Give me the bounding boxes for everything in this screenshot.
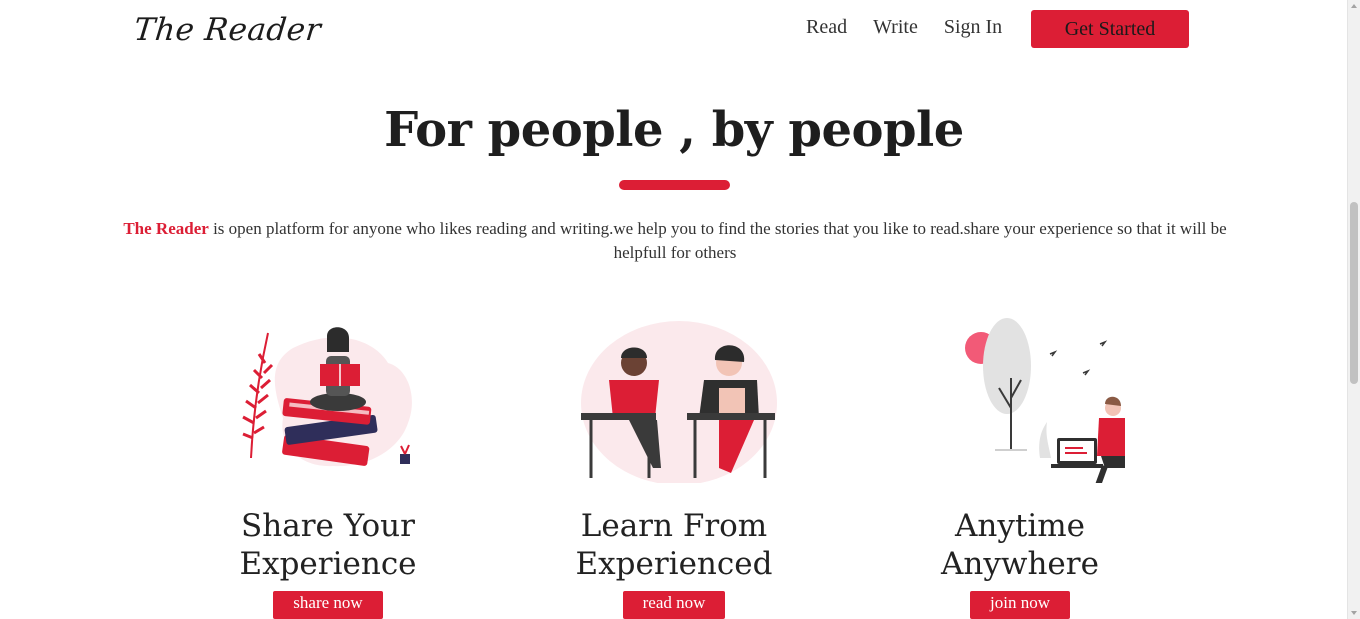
page-scrollbar[interactable] (1347, 0, 1360, 619)
feature-card-share: Share Your Experience share now (178, 318, 478, 619)
scroll-down-arrow-icon[interactable] (1351, 611, 1357, 615)
feature-title-anytime-line1: Anytime (955, 508, 1085, 544)
site-logo[interactable]: The Reader (132, 12, 323, 48)
hero-brand-name: The Reader (123, 219, 209, 238)
feature-title-learn-line2: Experienced (575, 546, 773, 582)
nav-write-link[interactable]: Write (873, 16, 918, 39)
nav-sign-in-link[interactable]: Sign In (944, 16, 1002, 39)
feature-title-anytime: Anytime Anywhere (870, 507, 1170, 583)
share-now-button[interactable]: share now (273, 591, 383, 619)
feature-title-learn: Learn From Experienced (524, 507, 824, 583)
join-now-button[interactable]: join now (970, 591, 1070, 619)
feature-title-share-line2: Experience (239, 546, 417, 582)
page: The Reader Read Write Sign In Get Starte… (0, 0, 1360, 619)
get-started-button[interactable]: Get Started (1031, 10, 1189, 48)
hero-description: The Reader is open platform for anyone w… (120, 217, 1230, 265)
hero-description-text: is open platform for anyone who likes re… (208, 219, 1227, 262)
scroll-thumb[interactable] (1350, 202, 1358, 384)
feature-title-learn-line1: Learn From (580, 508, 768, 544)
title-underline (619, 180, 730, 190)
laptop-outdoors-illustration (965, 318, 1125, 483)
nav-read-link[interactable]: Read (806, 16, 847, 39)
scroll-up-arrow-icon[interactable] (1351, 4, 1357, 8)
feature-title-share-line1: Share Your (241, 508, 415, 544)
students-at-desks-illustration (581, 321, 777, 483)
main-nav: Read Write Sign In (806, 16, 1002, 39)
feature-card-anytime: Anytime Anywhere join now (870, 318, 1170, 619)
hero-title: For people , by people (384, 102, 964, 158)
feature-title-share: Share Your Experience (178, 507, 478, 583)
feature-title-anytime-line2: Anywhere (941, 546, 1099, 582)
feature-card-learn: Learn From Experienced read now (524, 318, 824, 619)
reading-on-books-illustration (242, 327, 412, 467)
read-now-button[interactable]: read now (622, 591, 726, 619)
